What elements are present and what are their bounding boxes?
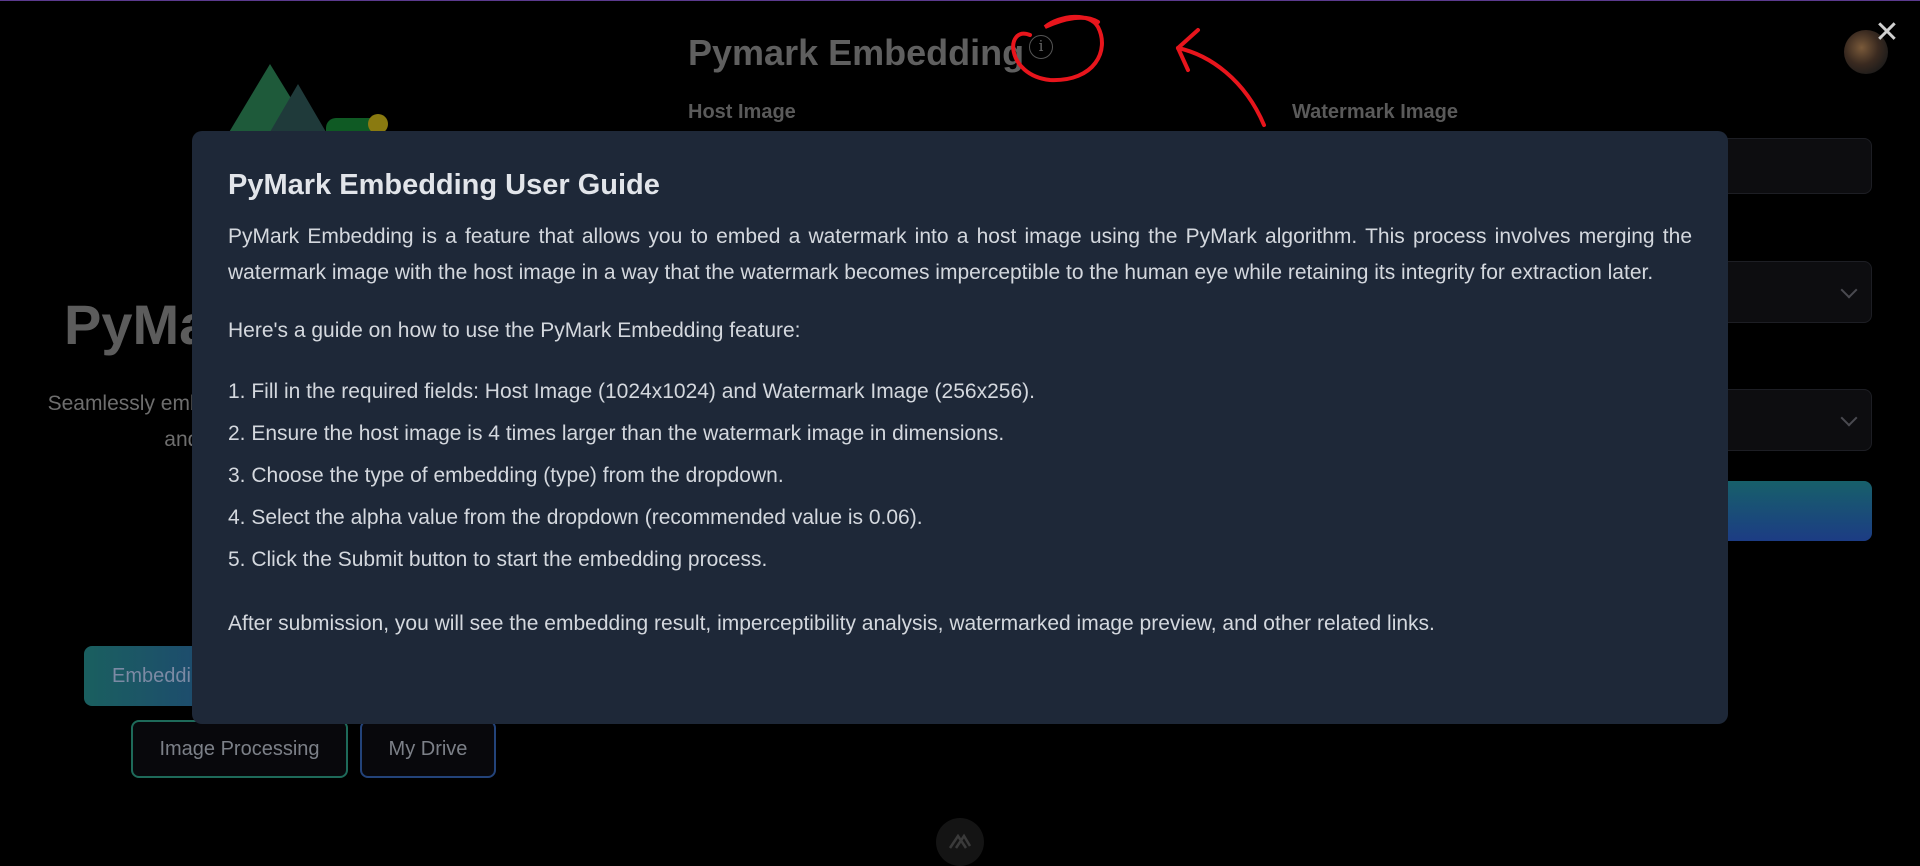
chevron-down-icon: [1840, 409, 1858, 427]
user-guide-modal: PyMark Embedding User Guide PyMark Embed…: [192, 131, 1728, 724]
watermark-image-label: Watermark Image: [1292, 101, 1458, 123]
steps-list: 1. Fill in the required fields: Host Ima…: [228, 371, 1692, 581]
form-title: Pymark Embedding: [688, 32, 1025, 73]
modal-title: PyMark Embedding User Guide: [228, 169, 660, 201]
step-item: 5. Click the Submit button to start the …: [228, 548, 768, 571]
image-processing-button[interactable]: Image Processing: [131, 720, 348, 778]
step-item: 2. Ensure the host image is 4 times larg…: [228, 422, 1005, 445]
chevron-down-icon: [1840, 281, 1858, 299]
my-drive-button[interactable]: My Drive: [360, 720, 496, 778]
footer-logo-icon: [936, 818, 984, 866]
close-icon[interactable]: ✕: [1872, 18, 1902, 48]
step-item: 3. Choose the type of embedding (type) f…: [228, 464, 784, 487]
info-icon[interactable]: i: [1029, 35, 1053, 59]
step-item: 4. Select the alpha value from the dropd…: [228, 506, 923, 529]
host-image-label: Host Image: [688, 101, 796, 123]
step-item: 1. Fill in the required fields: Host Ima…: [228, 380, 1035, 403]
guide-intro: Here's a guide on how to use the PyMark …: [228, 319, 801, 342]
modal-intro: PyMark Embedding is a feature that allow…: [228, 225, 1692, 284]
after-submission-text: After submission, you will see the embed…: [228, 612, 1435, 635]
